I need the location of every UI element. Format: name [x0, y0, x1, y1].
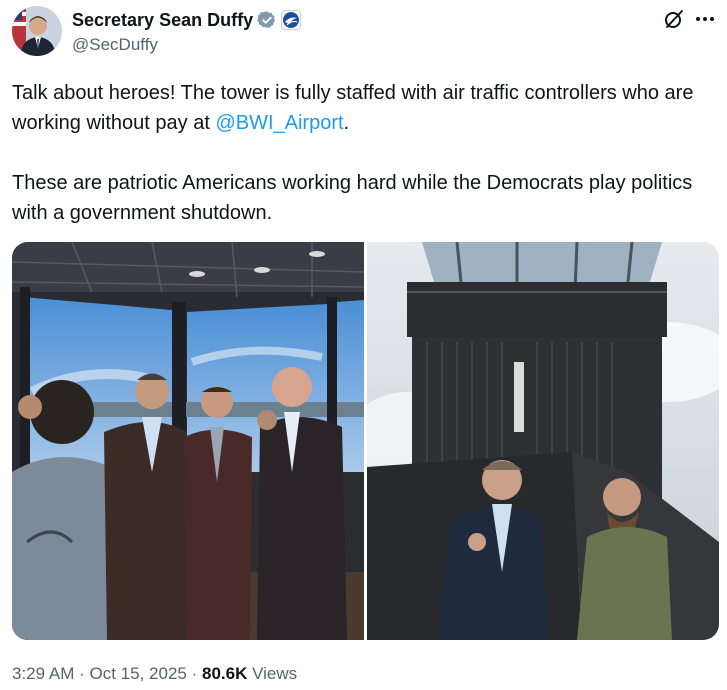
- tweet-text-end: .: [343, 112, 350, 134]
- tweet-paragraph-2: These are patriotic Americans working ha…: [12, 172, 693, 224]
- meta-separator: ·: [191, 664, 198, 683]
- media-grid: [12, 242, 719, 640]
- tweet-text-part: Talk about heroes! The tower is fully st…: [12, 82, 694, 134]
- tweet-time[interactable]: 3:29 AM: [12, 664, 74, 683]
- author-handle[interactable]: @SecDuffy: [72, 35, 158, 55]
- meta-separator: ·: [79, 664, 85, 683]
- more-icon[interactable]: [692, 9, 718, 29]
- tweet-paragraph-1: Talk about heroes! The tower is fully st…: [12, 78, 712, 138]
- author-row: Secretary Sean Duffy: [72, 9, 302, 31]
- views-count: 80.6K: [202, 664, 248, 683]
- mention-link[interactable]: @BWI_Airport: [215, 112, 343, 134]
- verified-badge-icon[interactable]: [257, 10, 277, 30]
- tweet-text: Talk about heroes! The tower is fully st…: [12, 78, 712, 228]
- author-name[interactable]: Secretary Sean Duffy: [72, 10, 253, 31]
- views-label: Views: [252, 664, 298, 683]
- photo-tower-exterior[interactable]: [367, 242, 719, 640]
- tweet-meta: 3:29 AM · Oct 15, 2025 · 80.6K Views: [12, 664, 297, 684]
- dot-seal-icon[interactable]: [281, 10, 302, 30]
- tweet-date[interactable]: Oct 15, 2025: [90, 664, 187, 683]
- grok-icon[interactable]: [663, 8, 685, 30]
- photo-tower-cab[interactable]: [12, 242, 364, 640]
- avatar[interactable]: [12, 6, 62, 56]
